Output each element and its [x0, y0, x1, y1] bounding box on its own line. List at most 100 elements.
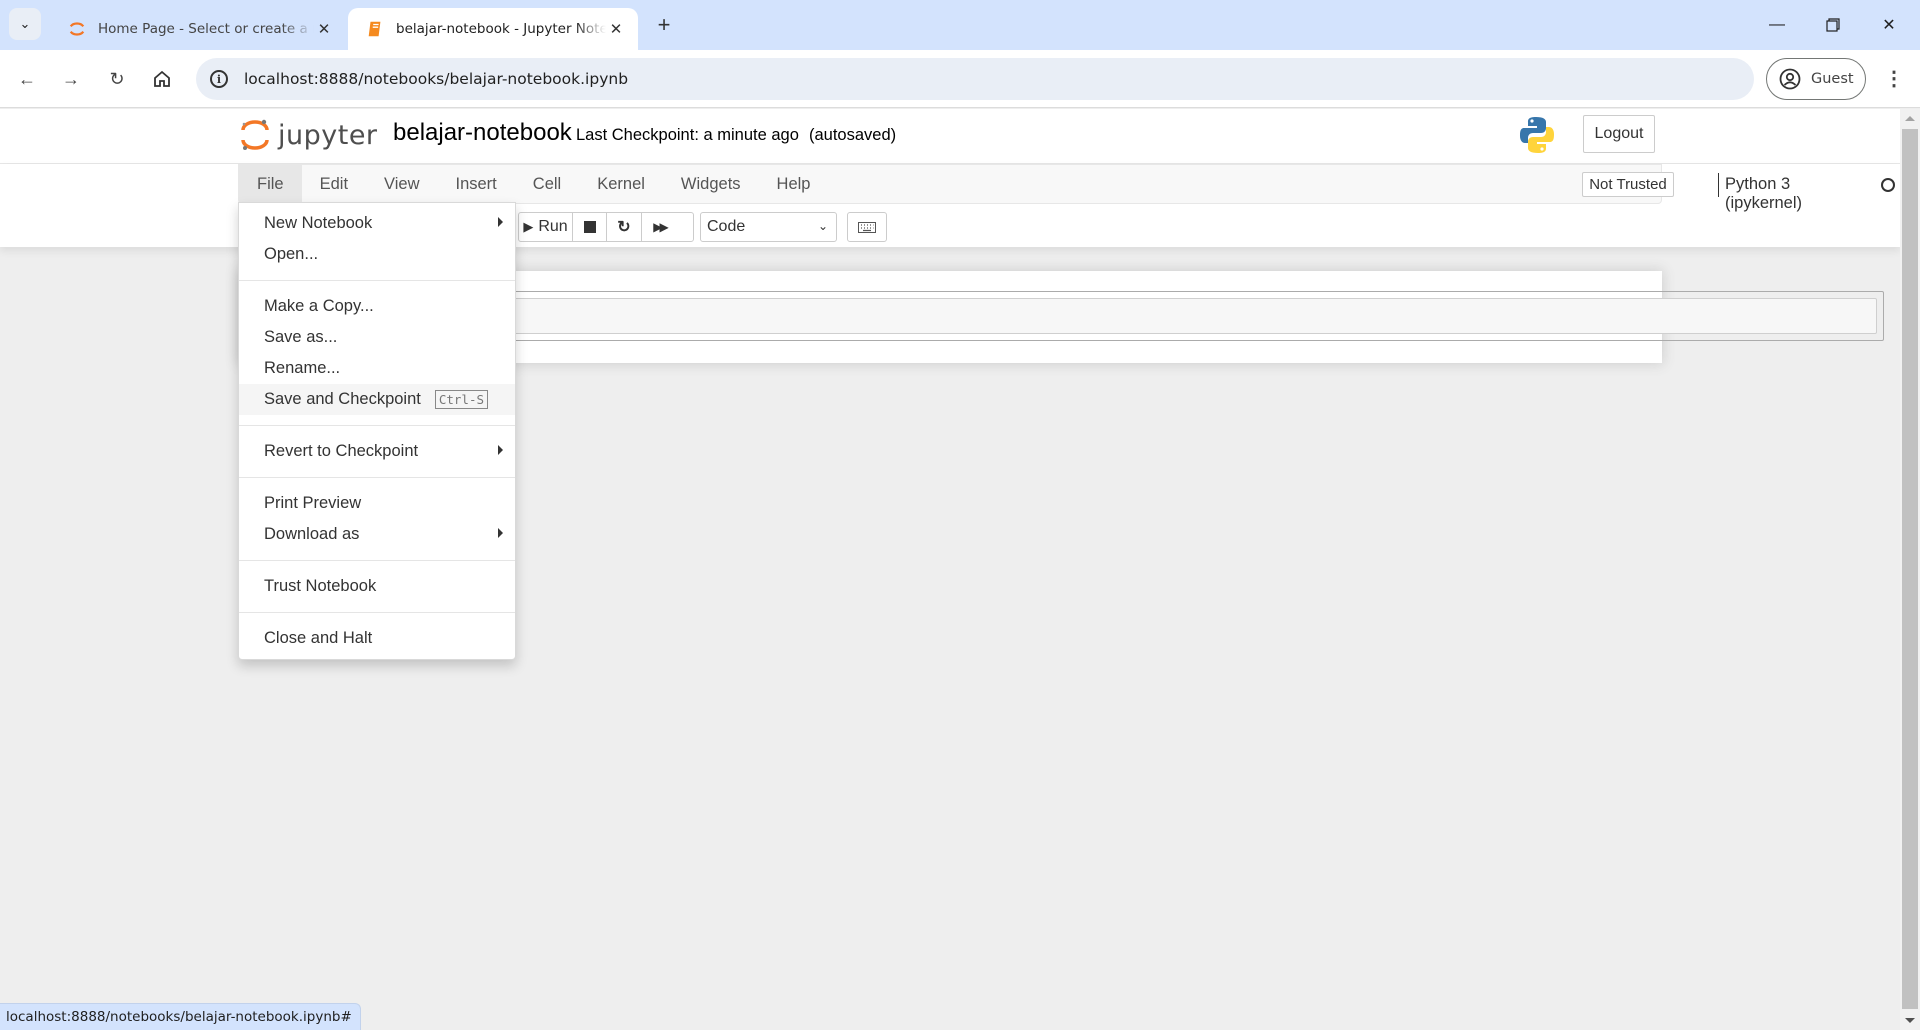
file-menu-item-trust-notebook[interactable]: Trust Notebook	[239, 571, 515, 602]
menu-divider	[239, 560, 515, 561]
file-menu-item-revert-to-checkpoint[interactable]: Revert to Checkpoint	[239, 436, 515, 467]
minimize-window-button[interactable]: —	[1757, 10, 1797, 40]
menu-item-label: Download as	[264, 525, 360, 543]
browser-tabstrip: ⌄ Home Page - Select or create a noteboo…	[0, 0, 1920, 50]
close-tab-icon[interactable]: ✕	[314, 20, 334, 38]
file-menu-item-new-notebook[interactable]: New Notebook	[239, 208, 515, 239]
code-cell[interactable]	[500, 291, 1884, 341]
run-button-group: ▶ Run ↻ ▶▶	[518, 212, 694, 242]
file-menu-item-close-and-halt[interactable]: Close and Halt	[239, 623, 515, 654]
restart-run-all-button[interactable]: ▶▶	[642, 213, 677, 241]
menu-view[interactable]: View	[366, 165, 437, 203]
reload-button[interactable]: ↻	[104, 66, 130, 92]
tab-title: Home Page - Select or create a notebook	[98, 21, 314, 37]
keyboard-shortcut: Ctrl-S	[434, 390, 489, 409]
close-icon: ✕	[1882, 17, 1896, 34]
back-button[interactable]: ←	[14, 66, 40, 92]
forward-button[interactable]: →	[58, 66, 84, 92]
chevron-down-icon: ⌄	[19, 16, 31, 31]
menu-cell[interactable]: Cell	[515, 165, 579, 203]
autosave-status: (autosaved)	[809, 126, 897, 144]
profile-button[interactable]: Guest	[1766, 58, 1866, 100]
scroll-up-icon[interactable]	[1905, 116, 1915, 121]
browser-menu-button[interactable]: ⋮	[1884, 66, 1904, 92]
link-status-bubble: localhost:8888/notebooks/belajar-noteboo…	[0, 1003, 361, 1030]
restart-icon: ↻	[617, 219, 631, 236]
minimize-icon: —	[1769, 16, 1785, 33]
menu-divider	[239, 280, 515, 281]
home-button[interactable]	[149, 66, 175, 92]
file-menu-item-download-as[interactable]: Download as	[239, 519, 515, 550]
home-icon	[154, 70, 170, 87]
close-window-button[interactable]: ✕	[1869, 10, 1909, 40]
profile-label: Guest	[1811, 71, 1854, 87]
file-menu-item-save-and-checkpoint[interactable]: Save and Checkpoint Ctrl-S	[239, 384, 515, 415]
file-menu-item-open[interactable]: Open...	[239, 239, 515, 270]
menu-edit[interactable]: Edit	[302, 165, 366, 203]
tab-search-button[interactable]: ⌄	[9, 8, 41, 40]
cell-type-value: Code	[707, 218, 746, 235]
notebook-book-icon	[368, 21, 381, 37]
jupyter-spinner-icon	[69, 22, 85, 36]
menu-item-label: Trust Notebook	[264, 577, 377, 595]
restore-window-button[interactable]	[1813, 10, 1853, 40]
interrupt-kernel-button[interactable]	[573, 213, 607, 241]
play-icon: ▶	[523, 219, 534, 234]
page-scrollbar[interactable]	[1900, 109, 1920, 1030]
file-menu-item-save-as[interactable]: Save as...	[239, 322, 515, 353]
browser-tab-home[interactable]: Home Page - Select or create a notebook …	[50, 8, 346, 50]
menu-item-label: Save as...	[264, 328, 338, 346]
address-bar[interactable]: i localhost:8888/notebooks/belajar-noteb…	[196, 58, 1754, 100]
submenu-caret-icon	[498, 445, 503, 455]
menu-item-label: New Notebook	[264, 214, 373, 232]
menu-divider	[239, 477, 515, 478]
menu-help[interactable]: Help	[759, 165, 829, 203]
run-button[interactable]: ▶ Run	[519, 213, 573, 241]
file-menu-item-make-a-copy[interactable]: Make a Copy...	[239, 291, 515, 322]
file-menu-item-print-preview[interactable]: Print Preview	[239, 488, 515, 519]
close-tab-icon[interactable]: ✕	[606, 20, 626, 38]
menu-item-label: Open...	[264, 245, 319, 263]
logout-button[interactable]: Logout	[1583, 115, 1655, 153]
menubar: File Edit View Insert Cell Kernel Widget…	[238, 164, 1895, 212]
scrollbar-thumb[interactable]	[1902, 129, 1918, 1009]
reload-icon: ↻	[109, 68, 125, 89]
file-menu-dropdown: New Notebook Open... Make a Copy... Save as…	[238, 202, 516, 660]
restart-kernel-button[interactable]: ↻	[607, 213, 642, 241]
browser-tab-notebook[interactable]: belajar-notebook - Jupyter Notebook ✕	[348, 8, 638, 50]
fast-forward-icon: ▶▶	[653, 220, 669, 234]
menu-divider	[239, 612, 515, 613]
jupyter-logo-icon	[241, 119, 269, 150]
command-palette-button[interactable]	[847, 212, 887, 242]
keyboard-icon	[858, 221, 876, 233]
menu-file[interactable]: File	[239, 165, 302, 203]
notebook-name[interactable]: belajar-notebook	[393, 119, 572, 147]
menu-widgets[interactable]: Widgets	[663, 165, 759, 203]
jupyter-wordmark: jupyter	[278, 119, 378, 151]
menu-item-label: Make a Copy...	[264, 297, 374, 315]
menu-insert[interactable]: Insert	[438, 165, 515, 203]
file-menu-item-rename[interactable]: Rename...	[239, 353, 515, 384]
cell-type-select[interactable]: Code ⌄	[700, 212, 837, 242]
site-info-icon[interactable]: i	[210, 70, 228, 88]
jupyter-page: jupyter belajar-notebook Last Checkpoint…	[0, 109, 1900, 1030]
trust-status-badge[interactable]: Not Trusted	[1582, 172, 1674, 197]
menu-item-label: Close and Halt	[264, 629, 373, 647]
profile-avatar-icon	[1779, 68, 1801, 90]
submenu-caret-icon	[498, 217, 503, 227]
cell-input-area[interactable]	[506, 298, 1877, 334]
run-label: Run	[538, 218, 568, 235]
jupyter-logo[interactable]: jupyter	[240, 117, 378, 153]
arrow-left-icon: ←	[18, 68, 36, 89]
menu-item-label: Print Preview	[264, 494, 362, 512]
last-checkpoint: Last Checkpoint: a minute ago	[576, 126, 799, 144]
scroll-down-icon[interactable]	[1905, 1018, 1915, 1023]
address-url: localhost:8888/notebooks/belajar-noteboo…	[244, 70, 629, 88]
menu-kernel[interactable]: Kernel	[579, 165, 663, 203]
jupyter-header: jupyter belajar-notebook Last Checkpoint…	[0, 109, 1900, 164]
menu-item-label: Save and Checkpoint	[264, 390, 421, 408]
new-tab-button[interactable]: +	[652, 12, 676, 38]
kernel-name: Python 3 (ipykernel)	[1725, 175, 1803, 212]
submenu-caret-icon	[498, 528, 503, 538]
menu-divider	[239, 425, 515, 426]
